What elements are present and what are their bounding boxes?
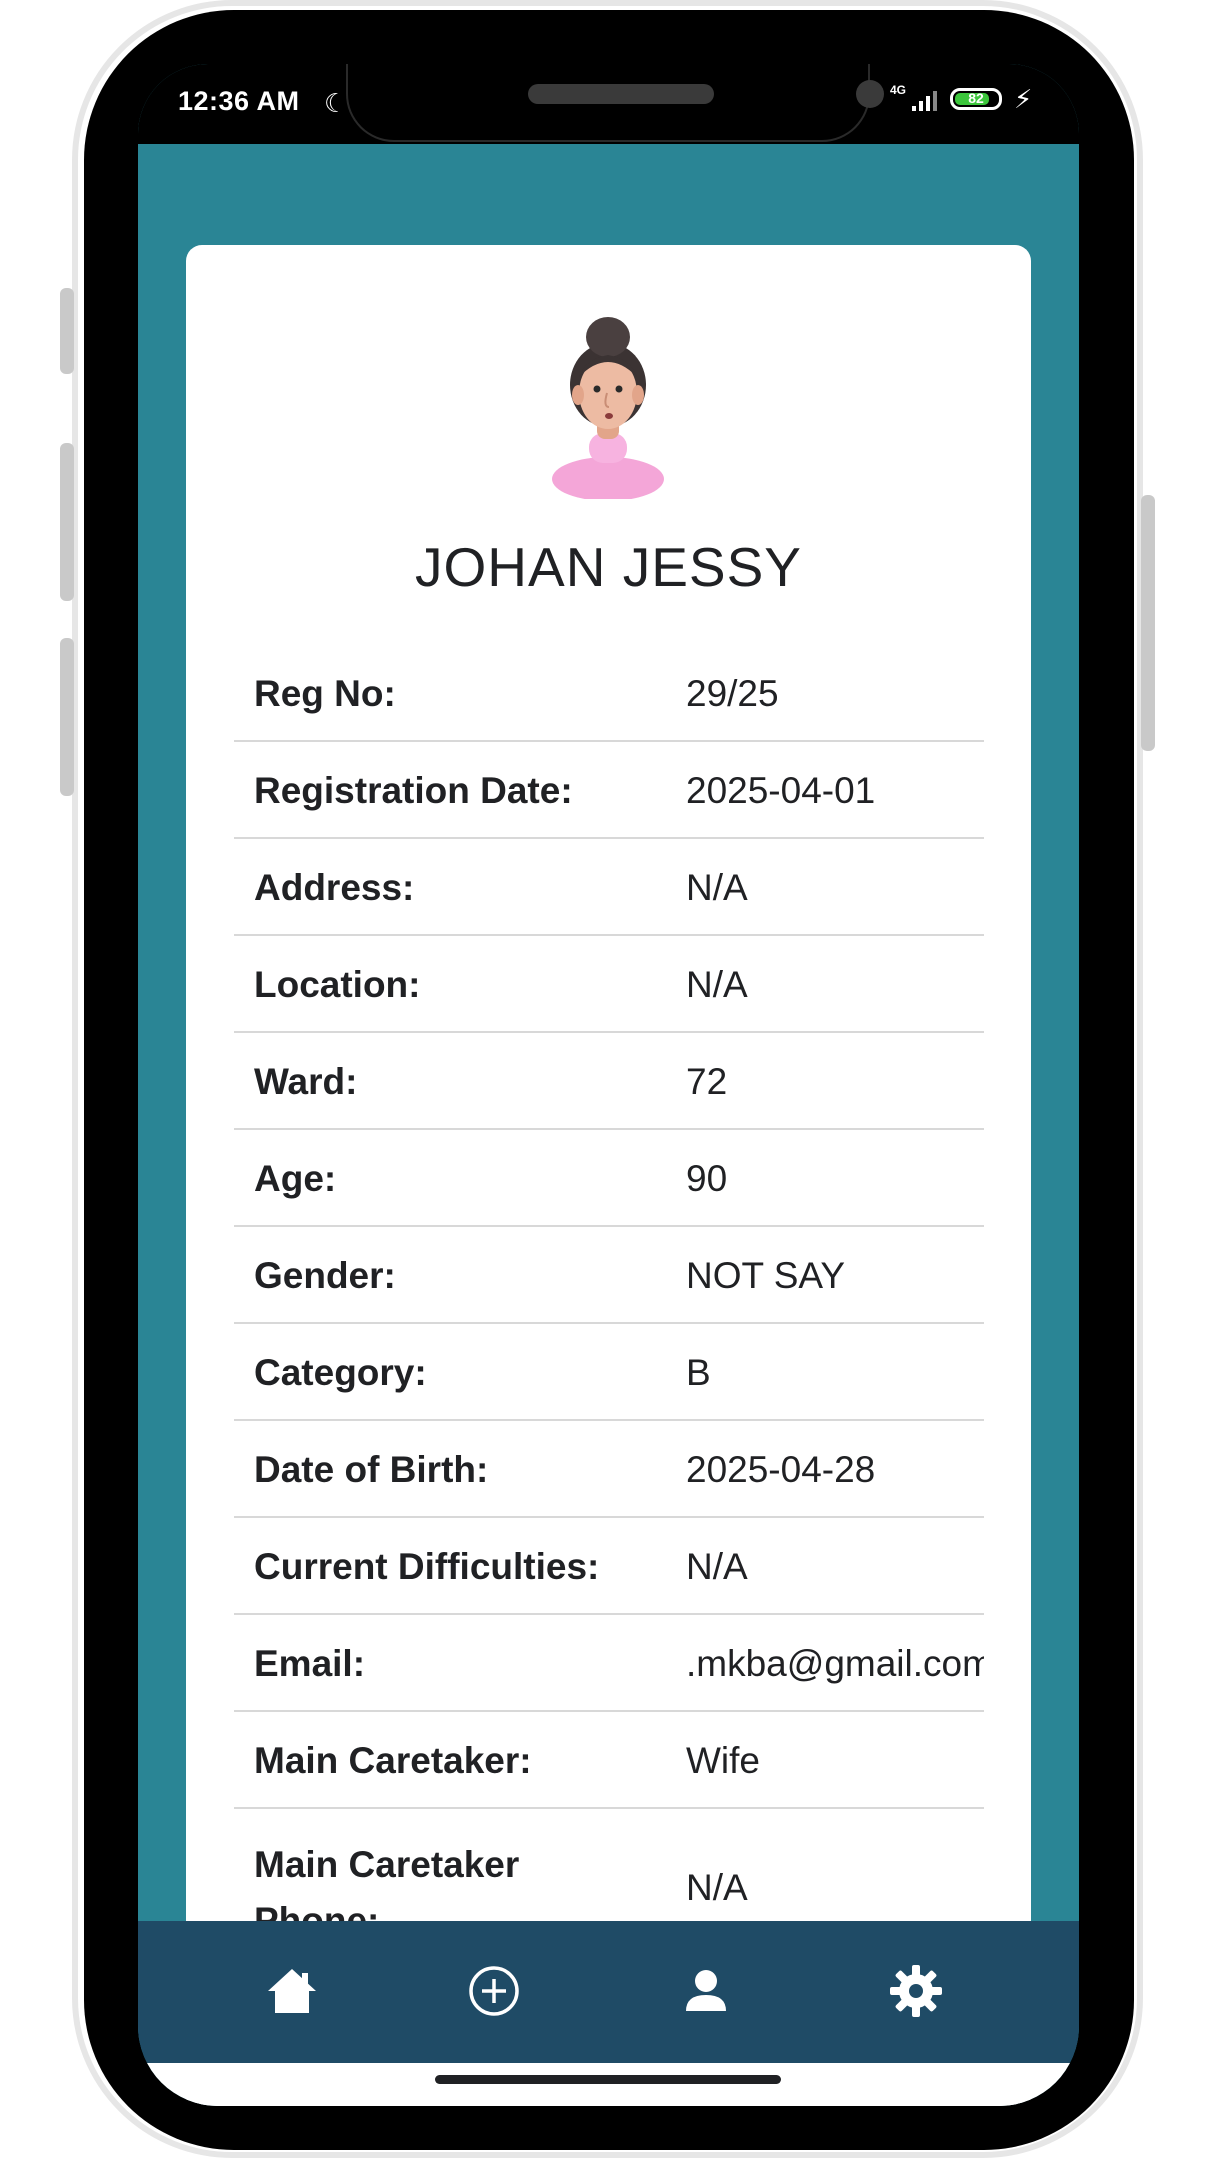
- detail-row-category: Category: B: [234, 1324, 984, 1421]
- signal-icon: [912, 91, 937, 111]
- person-icon: [686, 1970, 726, 2011]
- battery-level: 82: [968, 90, 984, 106]
- detail-label: Location:: [254, 963, 421, 1005]
- detail-row-location: Location: N/A: [234, 936, 984, 1033]
- notch: [348, 64, 884, 140]
- detail-row-main-caretaker: Main Caretaker: Wife: [234, 1712, 984, 1809]
- detail-row-age: Age: 90: [234, 1130, 984, 1227]
- nav-profile[interactable]: [676, 1961, 736, 2021]
- detail-value: 2025-04-28: [686, 1448, 876, 1490]
- home-indicator-area: [138, 2063, 1079, 2106]
- detail-row-date-of-birth: Date of Birth: 2025-04-28: [234, 1421, 984, 1518]
- profile-details-table: Reg No: 29/25 Registration Date: 2025-04…: [234, 645, 984, 1969]
- detail-value: 29/25: [686, 672, 779, 714]
- detail-value: N/A: [686, 963, 748, 1005]
- detail-label: Reg No:: [254, 672, 396, 714]
- detail-label: Date of Birth:: [254, 1448, 489, 1490]
- detail-value: Wife: [686, 1739, 760, 1781]
- side-button-left-bottom: [60, 638, 74, 796]
- profile-name: JOHAN JESSY: [415, 536, 802, 598]
- detail-label: Address:: [254, 866, 415, 908]
- battery-icon: 82: [950, 88, 1002, 110]
- detail-row-gender: Gender: NOT SAY: [234, 1227, 984, 1324]
- speaker-grille: [528, 84, 714, 104]
- nav-add[interactable]: [464, 1961, 524, 2021]
- nav-settings[interactable]: [886, 1961, 946, 2021]
- detail-label: Registration Date:: [254, 769, 573, 811]
- do-not-disturb-icon: ☾: [324, 88, 348, 118]
- side-button-left-mid: [60, 443, 74, 601]
- status-time: 12:36 AM: [178, 86, 300, 116]
- status-bar: 12:36 AM ☾ 4G 82 ⚡: [138, 64, 1079, 144]
- detail-value: 90: [686, 1157, 728, 1199]
- avatar: [552, 317, 664, 499]
- detail-label: Ward:: [254, 1060, 358, 1102]
- detail-row-address: Address: N/A: [234, 839, 984, 936]
- network-type: 4G: [890, 83, 907, 97]
- detail-value: NOT SAY: [686, 1254, 846, 1296]
- detail-label: Gender:: [254, 1254, 396, 1296]
- detail-row-current-difficulties: Current Difficulties: N/A: [234, 1518, 984, 1615]
- side-button-left-top: [60, 288, 74, 374]
- detail-label: Age:: [254, 1157, 337, 1199]
- profile-card: JOHAN JESSY Reg No: 29/25 Registration D…: [186, 245, 1031, 2106]
- detail-value: B: [686, 1351, 711, 1393]
- detail-row-registration-date: Registration Date: 2025-04-01: [234, 742, 984, 839]
- gear-icon: [890, 1965, 942, 2017]
- front-camera: [856, 80, 884, 108]
- nav-home[interactable]: [262, 1961, 322, 2021]
- detail-label: Main Caretaker:: [254, 1739, 532, 1781]
- side-button-right: [1141, 495, 1155, 751]
- home-icon: [268, 1969, 316, 2013]
- detail-value: N/A: [686, 866, 748, 908]
- detail-row-ward: Ward: 72: [234, 1033, 984, 1130]
- detail-row-reg-no: Reg No: 29/25: [234, 645, 984, 742]
- home-indicator[interactable]: [435, 2075, 781, 2084]
- detail-label: Email:: [254, 1642, 366, 1684]
- detail-value: .mkba@gmail.com: [686, 1642, 984, 1684]
- detail-value: N/A: [686, 1545, 748, 1587]
- bottom-navigation: [138, 1921, 1079, 2063]
- add-circle-icon: [469, 1966, 519, 2016]
- detail-label: Current Difficulties:: [254, 1545, 600, 1587]
- detail-value: 2025-04-01: [686, 769, 876, 811]
- detail-label: Category:: [254, 1351, 427, 1393]
- screen: 12:36 AM ☾ 4G 82 ⚡ JOHAN JESSY Reg No: 2…: [138, 64, 1079, 2106]
- detail-value: 72: [686, 1060, 728, 1102]
- charging-icon: ⚡: [1014, 84, 1033, 114]
- detail-row-email: Email: .mkba@gmail.com: [234, 1615, 984, 1712]
